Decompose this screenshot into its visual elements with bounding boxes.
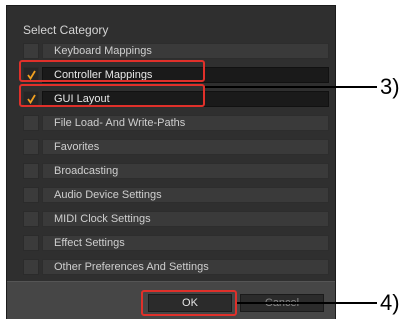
- checkbox[interactable]: [23, 235, 39, 251]
- category-item-favorites[interactable]: Favorites: [23, 139, 329, 155]
- highlight-ok-button: [141, 290, 237, 316]
- checkbox[interactable]: [23, 139, 39, 155]
- category-item-broadcasting[interactable]: Broadcasting: [23, 163, 329, 179]
- category-label: Broadcasting: [42, 163, 329, 179]
- callout-label-3: 3): [380, 74, 400, 99]
- category-label: MIDI Clock Settings: [42, 211, 329, 227]
- category-label: File Load- And Write-Paths: [42, 115, 329, 131]
- callout-line-4: [237, 302, 377, 304]
- select-category-dialog: Select Category Keyboard Mappings Contro…: [6, 5, 336, 319]
- category-label: Keyboard Mappings: [42, 43, 329, 59]
- category-item-file-paths[interactable]: File Load- And Write-Paths: [23, 115, 329, 131]
- checkbox[interactable]: [23, 259, 39, 275]
- category-item-other-preferences[interactable]: Other Preferences And Settings: [23, 259, 329, 275]
- checkbox[interactable]: [23, 43, 39, 59]
- highlight-controller-mappings: [19, 60, 205, 82]
- category-label: Other Preferences And Settings: [42, 259, 329, 275]
- checkbox[interactable]: [23, 163, 39, 179]
- category-item-midi-clock-settings[interactable]: MIDI Clock Settings: [23, 211, 329, 227]
- category-item-effect-settings[interactable]: Effect Settings: [23, 235, 329, 251]
- category-item-audio-device-settings[interactable]: Audio Device Settings: [23, 187, 329, 203]
- callout-label-4: 4): [380, 290, 400, 315]
- checkbox[interactable]: [23, 187, 39, 203]
- category-item-keyboard-mappings[interactable]: Keyboard Mappings: [23, 43, 329, 59]
- category-label: Favorites: [42, 139, 329, 155]
- highlight-gui-layout: [19, 84, 205, 107]
- checkbox[interactable]: [23, 211, 39, 227]
- callout-line-3: [205, 86, 377, 88]
- category-label: Audio Device Settings: [42, 187, 329, 203]
- dialog-heading: Select Category: [23, 23, 109, 37]
- category-label: Effect Settings: [42, 235, 329, 251]
- checkbox[interactable]: [23, 115, 39, 131]
